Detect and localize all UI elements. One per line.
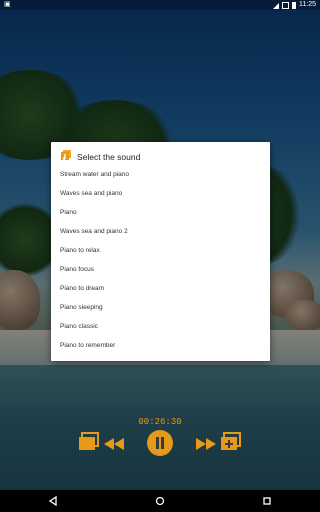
rewind-icon[interactable] [104,437,124,450]
sound-option[interactable]: Piano to remember [60,336,260,355]
signal-icon [273,3,279,9]
add-playlist-icon[interactable] [220,432,242,452]
sound-option[interactable]: Piano sleeping [60,298,260,317]
dialog-title: Select the sound [77,152,141,162]
pause-button[interactable] [147,430,173,456]
sound-option[interactable]: Piano [60,203,260,222]
sound-option[interactable]: Piano to dream [60,279,260,298]
sound-option[interactable]: Piano focus [60,260,260,279]
sound-option[interactable]: Stream water and piano [60,165,260,184]
recents-icon[interactable] [257,494,277,508]
playlist-icon[interactable] [78,432,100,452]
navigation-bar [0,490,320,512]
back-icon[interactable] [43,494,63,508]
notification-icon: ▣ [4,1,11,8]
sound-option[interactable]: Waves sea and piano [60,184,260,203]
battery-icon [292,2,296,9]
player-controls: 00:26:30 [0,410,320,480]
sound-option[interactable]: Waves sea and piano 2 [60,222,260,241]
pause-icon [156,437,164,449]
sound-option[interactable]: Piano to relax [60,241,260,260]
elapsed-time: 00:26:30 [138,417,182,427]
status-bar: ▣ 11:25 [0,0,320,10]
select-sound-dialog: Select the sound Stream water and piano … [51,142,270,361]
sim-icon [282,2,289,9]
sound-option[interactable]: Piano classic [60,317,260,336]
fast-forward-icon[interactable] [196,437,216,450]
dialog-header: Select the sound [60,150,140,164]
clock: 11:25 [299,1,316,8]
home-icon[interactable] [150,494,170,508]
music-library-icon [60,148,72,166]
